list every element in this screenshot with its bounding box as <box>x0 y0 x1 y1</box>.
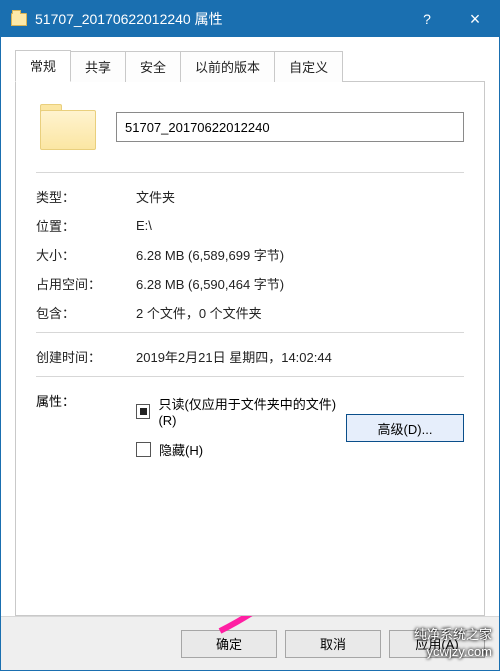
folder-name-input[interactable] <box>116 112 464 142</box>
ok-button[interactable]: 确定 <box>181 630 277 658</box>
tab-page-general: 类型： 文件夹 位置： E:\ 大小： 6.28 MB (6,589,699 字… <box>15 81 485 616</box>
label-size: 大小： <box>36 245 136 264</box>
checkbox-readonly[interactable] <box>136 404 150 419</box>
label-location: 位置： <box>36 216 136 235</box>
label-attributes: 属性： <box>36 391 136 410</box>
large-folder-icon <box>40 104 96 150</box>
label-hidden: 隐藏(H) <box>159 440 203 459</box>
tab-customize[interactable]: 自定义 <box>274 51 343 82</box>
help-button[interactable]: ? <box>403 1 451 37</box>
label-created: 创建时间： <box>36 347 136 366</box>
window-title: 51707_20170622012240 属性 <box>35 9 223 29</box>
advanced-button[interactable]: 高级(D)... <box>346 414 464 442</box>
value-location: E:\ <box>136 218 464 233</box>
tab-general[interactable]: 常规 <box>15 50 71 82</box>
folder-icon <box>11 13 27 26</box>
value-size-on-disk: 6.28 MB (6,590,464 字节) <box>136 274 464 293</box>
value-contains: 2 个文件，0 个文件夹 <box>136 303 464 322</box>
tab-previous-versions[interactable]: 以前的版本 <box>180 51 275 82</box>
tab-sharing[interactable]: 共享 <box>70 51 126 82</box>
label-readonly: 只读(仅应用于文件夹中的文件)(R) <box>158 394 346 428</box>
title-bar: 51707_20170622012240 属性 ? × <box>1 1 499 37</box>
checkbox-hidden[interactable] <box>136 442 151 457</box>
client-area: 常规 共享 安全 以前的版本 自定义 类型： 文件夹 位置： E:\ <box>1 37 499 616</box>
cancel-button[interactable]: 取消 <box>285 630 381 658</box>
properties-window: 51707_20170622012240 属性 ? × 常规 共享 安全 以前的… <box>0 0 500 671</box>
value-created: 2019年2月21日 星期四，14:02:44 <box>136 347 464 366</box>
value-type: 文件夹 <box>136 187 464 206</box>
close-button[interactable]: × <box>451 1 499 37</box>
value-size: 6.28 MB (6,589,699 字节) <box>136 245 464 264</box>
label-type: 类型： <box>36 187 136 206</box>
tab-security[interactable]: 安全 <box>125 51 181 82</box>
label-contains: 包含： <box>36 303 136 322</box>
dialog-footer: 确定 取消 应用(A) <box>1 616 499 670</box>
tab-strip: 常规 共享 安全 以前的版本 自定义 <box>15 49 485 81</box>
apply-button[interactable]: 应用(A) <box>389 630 485 658</box>
label-size-on-disk: 占用空间： <box>36 274 136 293</box>
